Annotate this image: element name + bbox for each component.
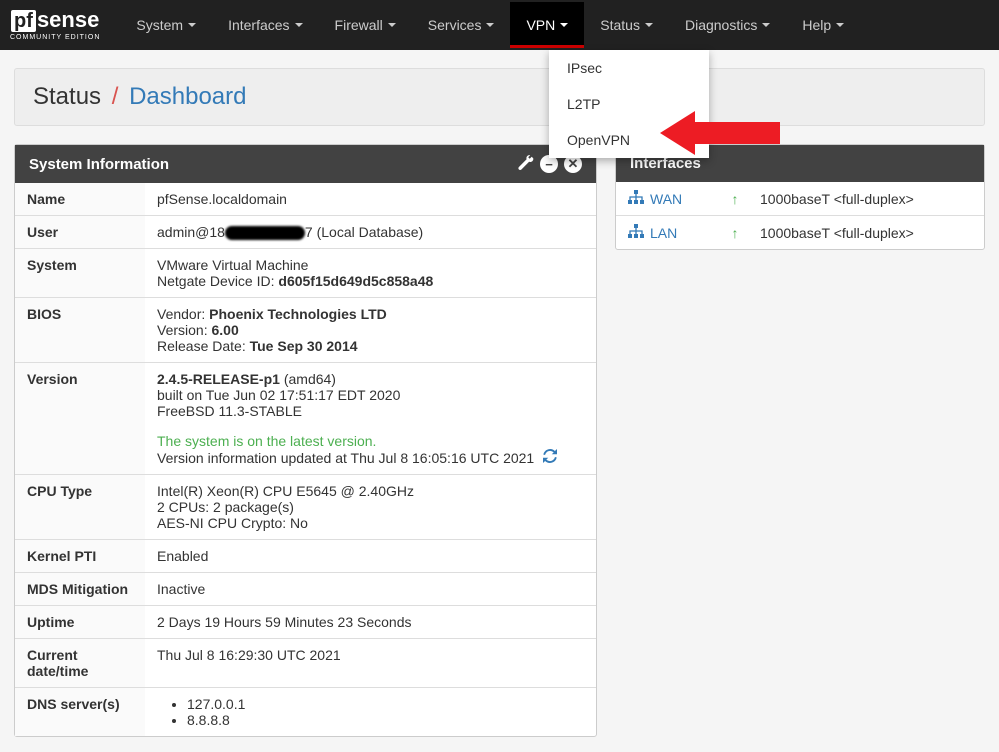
interface-link-lan[interactable]: LAN: [650, 225, 710, 241]
redacted-text: [225, 226, 305, 240]
logo-rest: sense: [37, 7, 99, 32]
row-mds: MDS Mitigation Inactive: [15, 573, 596, 606]
vpn-menu-ipsec[interactable]: IPsec: [549, 50, 709, 86]
wrench-icon[interactable]: [518, 155, 534, 171]
row-name: Name pfSense.localdomain: [15, 183, 596, 216]
panel-title: System Information: [29, 156, 169, 173]
chevron-down-icon: [836, 23, 844, 27]
interface-spec: 1000baseT <full-duplex>: [760, 225, 972, 241]
breadcrumb-root: Status: [33, 83, 101, 110]
chevron-down-icon: [762, 23, 770, 27]
chevron-down-icon: [645, 23, 653, 27]
row-bios: BIOS Vendor: Phoenix Technologies LTD Ve…: [15, 298, 596, 363]
interface-spec: 1000baseT <full-duplex>: [760, 191, 972, 207]
nav-help[interactable]: Help: [786, 2, 860, 48]
row-uptime: Uptime 2 Days 19 Hours 59 Minutes 23 Sec…: [15, 606, 596, 639]
logo[interactable]: pfsense COMMUNITY EDITION: [10, 9, 100, 41]
system-info-header: System Information − ✕: [15, 145, 596, 183]
nav-interfaces[interactable]: Interfaces: [212, 2, 318, 48]
nav-system[interactable]: System: [120, 2, 212, 48]
row-datetime: Current date/time Thu Jul 8 16:29:30 UTC…: [15, 639, 596, 688]
row-user: User admin@187 (Local Database): [15, 216, 596, 249]
logo-box: pf: [11, 10, 36, 32]
logo-subtitle: COMMUNITY EDITION: [10, 34, 100, 41]
system-info-panel: System Information − ✕ Name pfSense.loca…: [14, 144, 597, 737]
chevron-down-icon: [486, 23, 494, 27]
row-pti: Kernel PTI Enabled: [15, 540, 596, 573]
breadcrumb: Status / Dashboard: [14, 68, 985, 126]
nav-status[interactable]: Status: [584, 2, 669, 48]
row-cpu: CPU Type Intel(R) Xeon(R) CPU E5645 @ 2.…: [15, 475, 596, 540]
refresh-icon[interactable]: [543, 450, 557, 466]
nav-firewall[interactable]: Firewall: [319, 2, 412, 48]
main-content: System Information − ✕ Name pfSense.loca…: [0, 144, 999, 752]
row-dns: DNS server(s) 127.0.0.1 8.8.8.8: [15, 688, 596, 737]
row-system: System VMware Virtual Machine Netgate De…: [15, 249, 596, 298]
system-info-table: Name pfSense.localdomain User admin@187 …: [15, 183, 596, 736]
nav-vpn[interactable]: VPN: [510, 2, 584, 48]
top-navbar: pfsense COMMUNITY EDITION System Interfa…: [0, 0, 999, 50]
chevron-down-icon: [560, 23, 568, 27]
dns-entry: 127.0.0.1: [187, 696, 584, 712]
network-icon: [628, 190, 644, 207]
network-icon: [628, 224, 644, 241]
interface-row-wan: WAN ↑ 1000baseT <full-duplex>: [616, 182, 984, 215]
breadcrumb-separator: /: [112, 83, 119, 110]
chevron-down-icon: [188, 23, 196, 27]
annotation-arrow-icon: [660, 108, 780, 158]
chevron-down-icon: [388, 23, 396, 27]
chevron-down-icon: [295, 23, 303, 27]
interfaces-panel: Interfaces WAN ↑ 1000baseT <full-duplex>…: [615, 144, 985, 250]
breadcrumb-current[interactable]: Dashboard: [129, 83, 246, 110]
arrow-up-icon: ↑: [710, 191, 760, 207]
version-status: The system is on the latest version.: [157, 433, 584, 449]
arrow-up-icon: ↑: [710, 225, 760, 241]
dns-entry: 8.8.8.8: [187, 712, 584, 728]
interface-link-wan[interactable]: WAN: [650, 191, 710, 207]
row-version: Version 2.4.5-RELEASE-p1 (amd64) built o…: [15, 363, 596, 475]
nav-diagnostics[interactable]: Diagnostics: [669, 2, 786, 48]
nav-services[interactable]: Services: [412, 2, 511, 48]
interface-row-lan: LAN ↑ 1000baseT <full-duplex>: [616, 215, 984, 249]
